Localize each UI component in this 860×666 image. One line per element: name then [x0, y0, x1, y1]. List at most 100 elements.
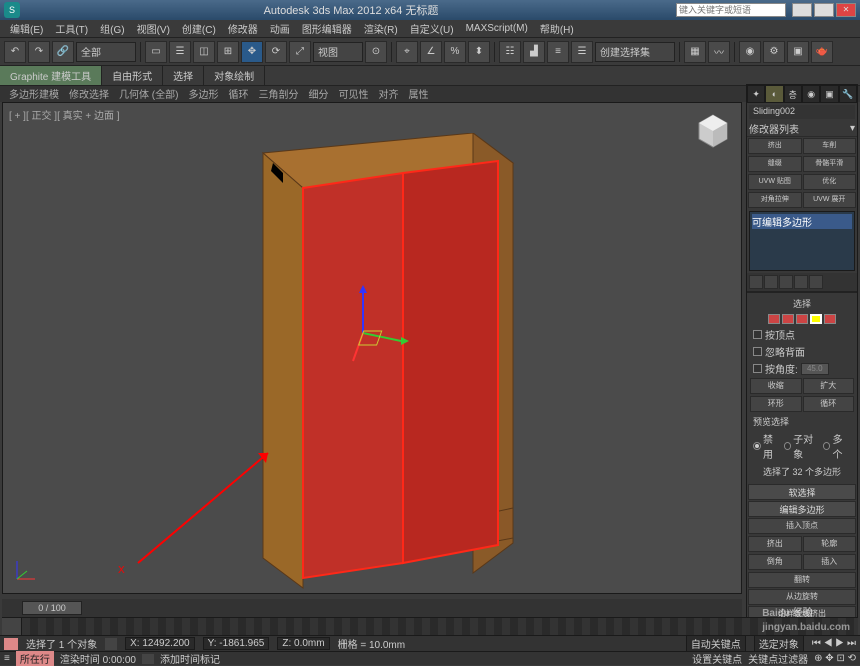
rollout-softsel[interactable]: 软选择 — [748, 484, 856, 500]
select-region-button[interactable]: ◫ — [193, 41, 215, 63]
subobj-vertex[interactable] — [768, 314, 780, 324]
time-slider[interactable]: 0 / 100 — [2, 599, 742, 617]
subobj-edge[interactable] — [782, 314, 794, 324]
move-button[interactable]: ✥ — [241, 41, 263, 63]
ref-coord-select[interactable]: 视图 — [313, 42, 363, 62]
radio-off[interactable] — [753, 442, 761, 450]
btn-fromedge[interactable]: 从边旋转 — [748, 589, 856, 605]
btn-loop[interactable]: 循环 — [803, 396, 855, 412]
btn-extrude2[interactable]: 挤出 — [748, 536, 802, 552]
now-tag[interactable]: 所在行 — [16, 651, 54, 666]
menu-help[interactable]: 帮助(H) — [534, 21, 580, 36]
subbar-subdiv[interactable]: 细分 — [303, 86, 333, 102]
selection-filter[interactable]: 全部 — [76, 42, 136, 62]
lock-selection-icon[interactable] — [4, 638, 18, 650]
pin-stack-button[interactable] — [749, 275, 763, 289]
show-end-button[interactable] — [764, 275, 778, 289]
modifier-list-dropdown[interactable]: 修改器列表 — [749, 121, 799, 136]
chk-byvertex[interactable] — [753, 330, 762, 339]
ribbon-tab-selection[interactable]: 选择 — [163, 66, 204, 85]
render-button[interactable]: 🫖 — [811, 41, 833, 63]
chk-ignoreback[interactable] — [753, 347, 762, 356]
minimize-button[interactable]: — — [792, 3, 812, 17]
subbar-modsel[interactable]: 修改选择 — [64, 86, 114, 102]
menu-modifiers[interactable]: 修改器 — [222, 21, 264, 36]
viewcube[interactable] — [693, 111, 733, 151]
render-setup-button[interactable]: ⚙ — [763, 41, 785, 63]
menu-group[interactable]: 组(G) — [94, 21, 130, 36]
curve-editor-button[interactable]: 〰 — [708, 41, 730, 63]
ribbon-tab-freeform[interactable]: 自由形式 — [102, 66, 163, 85]
undo-button[interactable]: ↶ — [4, 41, 26, 63]
menu-create[interactable]: 创建(C) — [176, 21, 222, 36]
pivot-button[interactable]: ⊙ — [365, 41, 387, 63]
modifier-stack[interactable]: 可编辑多边形 — [749, 211, 855, 271]
menu-grapheditors[interactable]: 图形编辑器 — [296, 21, 358, 36]
named-selset-dropdown[interactable]: 创建选择集 — [595, 42, 675, 62]
subbar-tri[interactable]: 三角剖分 — [253, 86, 303, 102]
snap-button[interactable]: ⌖ — [396, 41, 418, 63]
unique-button[interactable] — [779, 275, 793, 289]
layers-button[interactable]: ☰ — [571, 41, 593, 63]
btn-bevel[interactable]: 倒角 — [748, 554, 802, 570]
panel-tab-display[interactable]: ▣ — [820, 85, 838, 103]
mod-btn-lathe[interactable]: 车削 — [803, 138, 857, 154]
rollout-editpoly[interactable]: 编辑多边形 — [748, 501, 856, 517]
maximize-button[interactable]: □ — [814, 3, 834, 17]
toggle-ribbon-button[interactable]: ▦ — [684, 41, 706, 63]
window-crossing-button[interactable]: ⊞ — [217, 41, 239, 63]
coord-z[interactable]: Z: 0.0mm — [277, 637, 329, 650]
coord-y[interactable]: Y: -1861.965 — [203, 637, 270, 650]
trackbar-toggle[interactable] — [2, 618, 22, 635]
object-name-field[interactable]: Sliding002 — [749, 105, 855, 119]
help-search-input[interactable] — [676, 3, 786, 17]
add-timetag[interactable]: 添加时间标记 — [160, 651, 220, 666]
subbar-vis[interactable]: 可见性 — [333, 86, 373, 102]
mod-btn-uvwmap[interactable]: UVW 贴图 — [748, 174, 802, 190]
scene-model[interactable] — [253, 133, 543, 593]
select-button[interactable]: ▭ — [145, 41, 167, 63]
percent-snap-button[interactable]: % — [444, 41, 466, 63]
align-button[interactable]: ≡ — [547, 41, 569, 63]
btn-shrink[interactable]: 收缩 — [750, 378, 802, 394]
panel-tab-hierarchy[interactable]: 층 — [784, 85, 802, 103]
ribbon-tab-graphite[interactable]: Graphite 建模工具 — [0, 66, 102, 85]
btn-ring[interactable]: 环形 — [750, 396, 802, 412]
menu-custom[interactable]: 自定义(U) — [404, 21, 460, 36]
subobj-polygon[interactable] — [810, 314, 822, 324]
select-name-button[interactable]: ☰ — [169, 41, 191, 63]
angle-snap-button[interactable]: ∠ — [420, 41, 442, 63]
mod-btn-diag[interactable]: 对角拉伸 — [748, 192, 802, 208]
stack-item-editpoly[interactable]: 可编辑多边形 — [752, 214, 852, 229]
config-button[interactable] — [809, 275, 823, 289]
radio-subobj[interactable] — [784, 442, 792, 450]
menu-view[interactable]: 视图(V) — [131, 21, 176, 36]
time-slider-handle[interactable]: 0 / 100 — [22, 601, 82, 615]
mod-btn-stitch[interactable]: 缝缀 — [748, 156, 802, 172]
selection-rollout-header[interactable]: 选择 — [749, 295, 855, 312]
panel-tab-utilities[interactable]: 🔧 — [839, 85, 857, 103]
btn-insertvert[interactable]: 插入顶点 — [748, 518, 856, 534]
mod-btn-optimize[interactable]: 优化 — [803, 174, 857, 190]
subobj-element[interactable] — [824, 314, 836, 324]
material-editor-button[interactable]: ◉ — [739, 41, 761, 63]
viewport[interactable]: [ + ][ 正交 ][ 真实 + 边面 ] X — [2, 102, 742, 594]
subbar-loop[interactable]: 循环 — [223, 86, 253, 102]
selected-lock[interactable]: 选定对象 — [754, 635, 804, 652]
lock-icon[interactable] — [105, 638, 117, 650]
named-sel-button[interactable]: ☷ — [499, 41, 521, 63]
setkey-button[interactable]: 设置关键点 — [692, 651, 742, 666]
menu-tools[interactable]: 工具(T) — [49, 21, 94, 36]
btn-flip[interactable]: 翻转 — [748, 572, 856, 588]
autokey-button[interactable]: 自动关键点 — [686, 635, 746, 652]
menu-animation[interactable]: 动画 — [264, 21, 296, 36]
subbar-props[interactable]: 属性 — [403, 86, 433, 102]
panel-tab-modify[interactable]: ◐ — [765, 85, 783, 103]
rotate-button[interactable]: ⟳ — [265, 41, 287, 63]
mod-btn-unwrap[interactable]: UVW 展开 — [803, 192, 857, 208]
menu-render[interactable]: 渲染(R) — [358, 21, 404, 36]
ribbon-tab-objectpaint[interactable]: 对象绘制 — [204, 66, 265, 85]
mod-btn-skin[interactable]: 骨骼平滑 — [803, 156, 857, 172]
viewport-label[interactable]: [ + ][ 正交 ][ 真实 + 边面 ] — [9, 107, 120, 122]
subobj-border[interactable] — [796, 314, 808, 324]
